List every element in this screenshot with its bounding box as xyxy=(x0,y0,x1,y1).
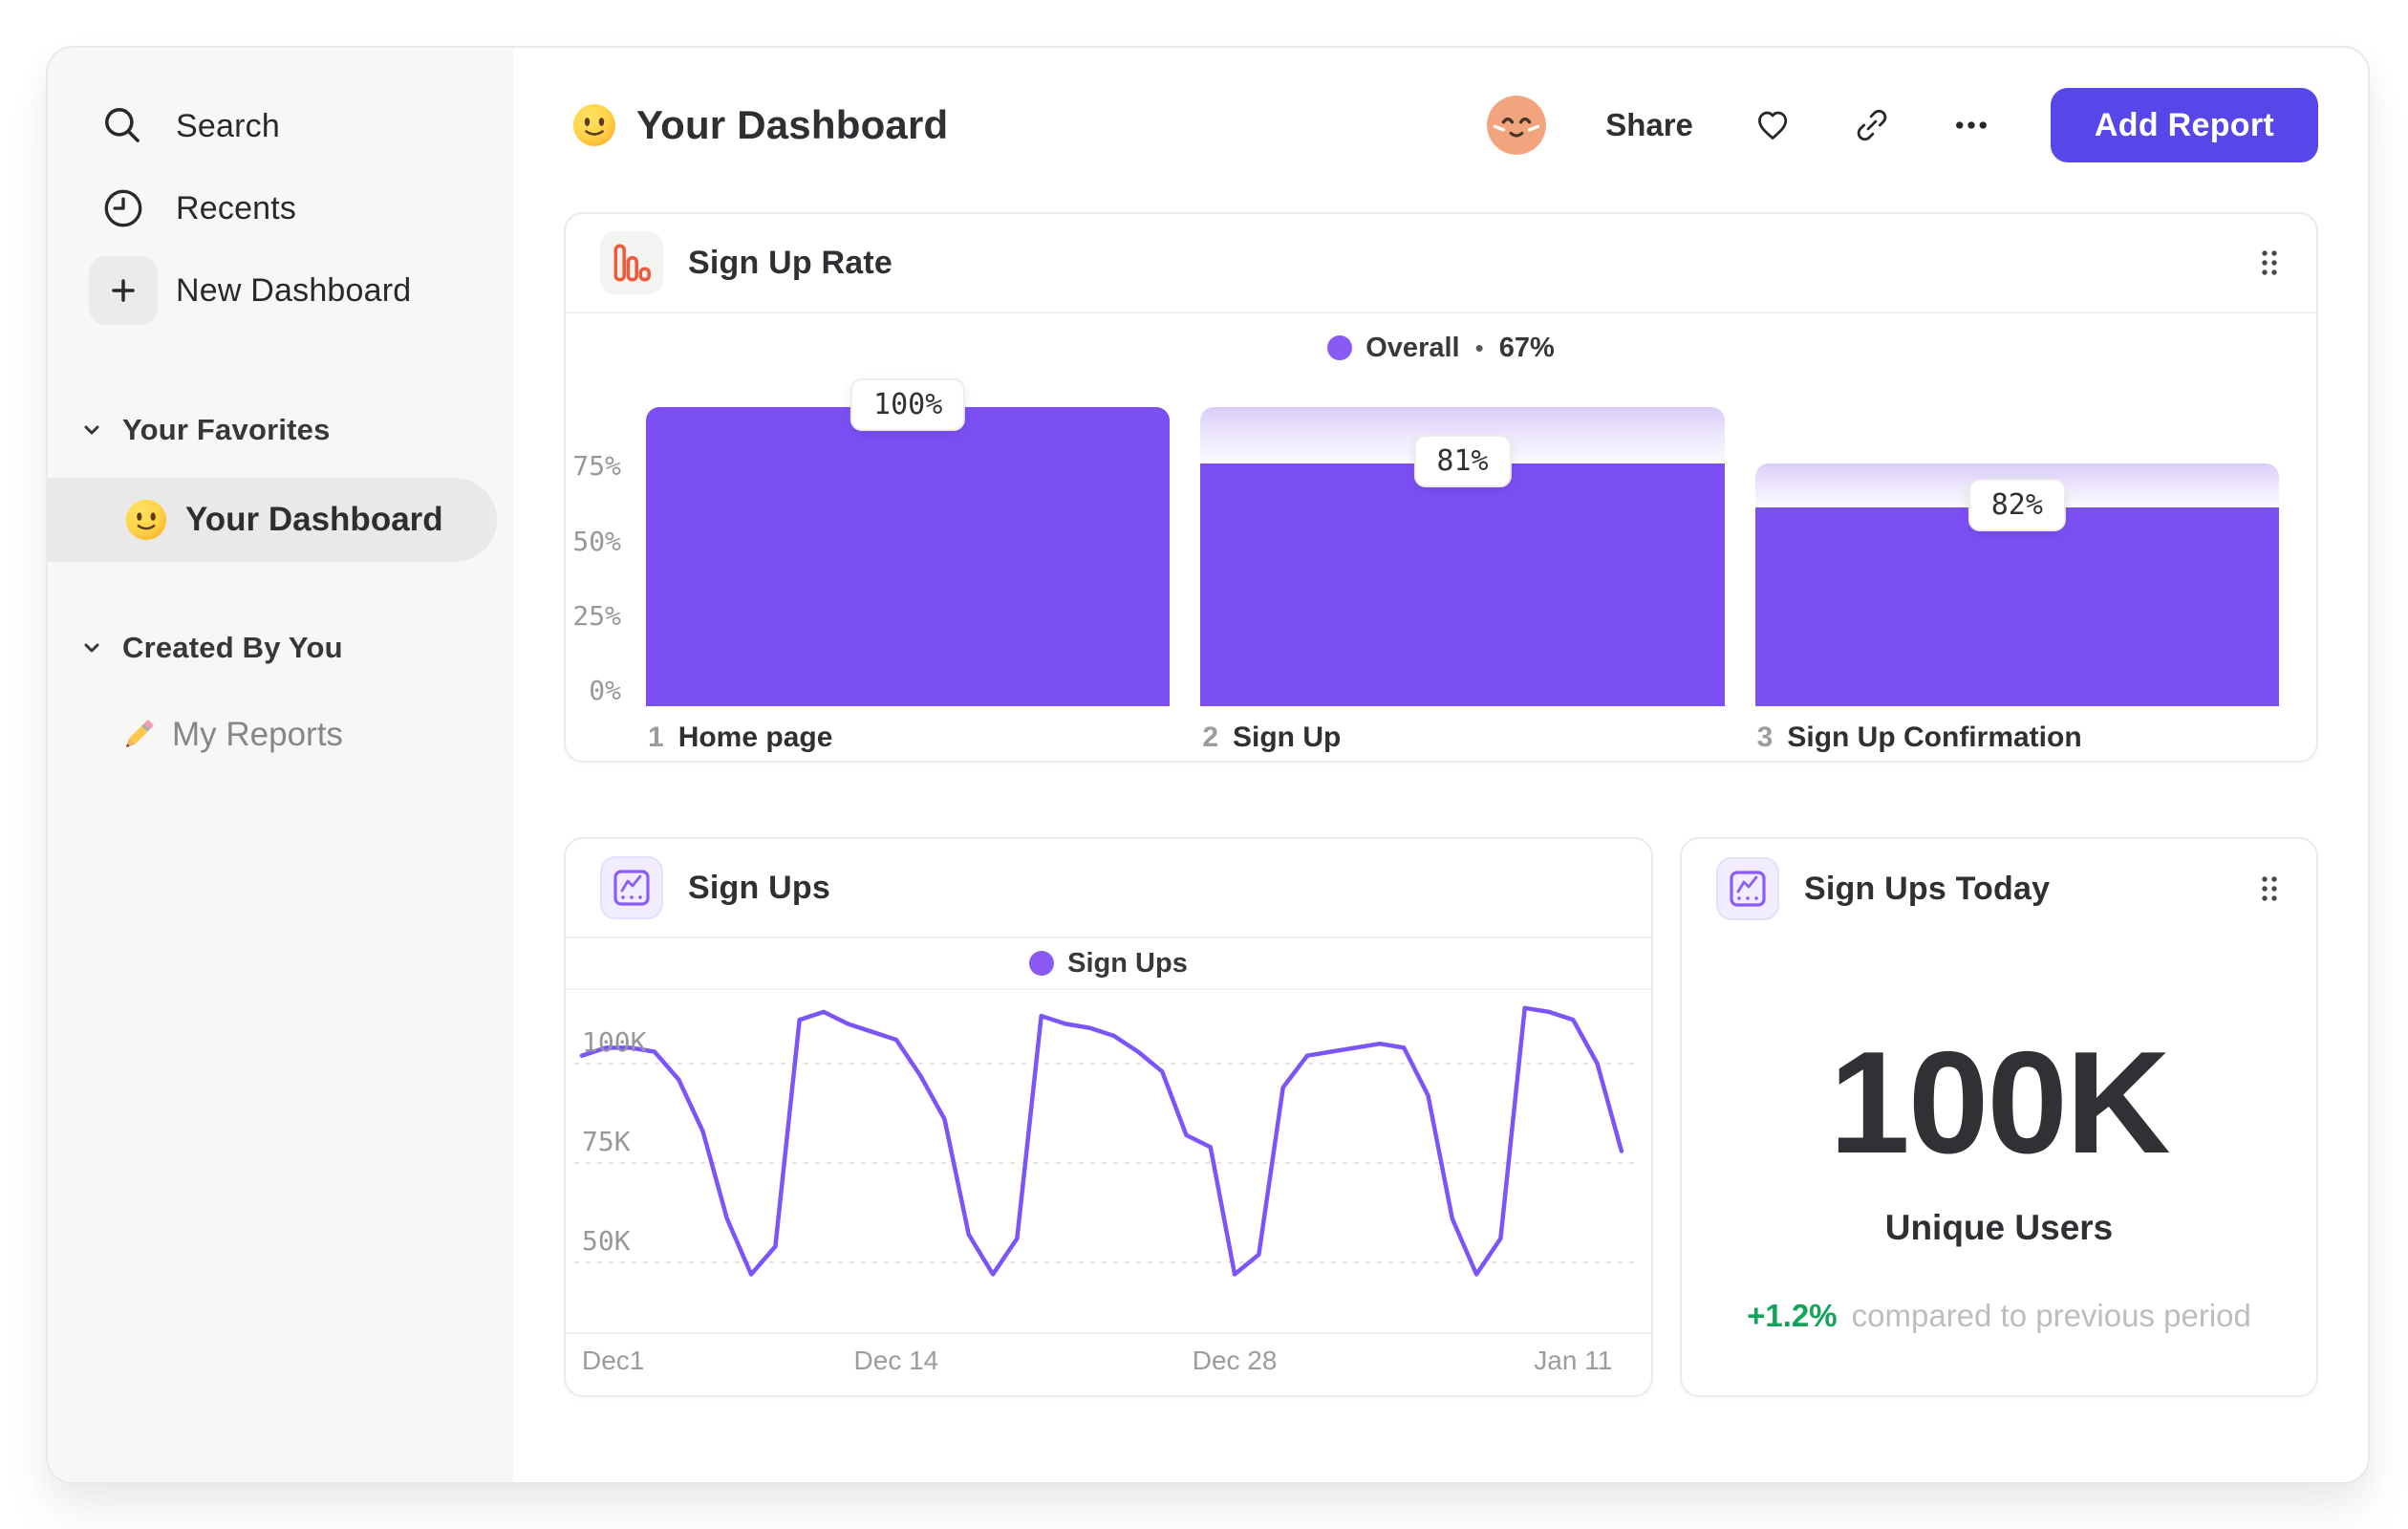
funnel-rate-tooltip: 81% xyxy=(1413,435,1512,488)
legend-dot xyxy=(1327,335,1353,360)
section-label: Created By You xyxy=(122,631,343,664)
line-legend: Sign Ups xyxy=(566,938,1651,990)
funnel-step-label: 3 Sign Up Confirmation xyxy=(1757,721,2082,754)
sidebar: Search Recents New Dashboard Your Favori… xyxy=(48,48,513,1482)
sign-ups-line xyxy=(579,1005,1624,1277)
funnel-chart-icon xyxy=(600,231,663,294)
more-options-icon[interactable] xyxy=(1951,105,1991,145)
app-window: Search Recents New Dashboard Your Favori… xyxy=(46,46,2370,1484)
sidebar-item-your-dashboard[interactable]: Your Dashboard xyxy=(48,478,497,562)
search-icon xyxy=(99,102,147,150)
avatar[interactable] xyxy=(1487,96,1546,155)
plus-icon xyxy=(89,256,158,325)
legend-label: Overall xyxy=(1365,332,1460,363)
step-number: 1 xyxy=(648,721,664,753)
step-number: 3 xyxy=(1756,721,1774,753)
card-title: Sign Up Rate xyxy=(688,244,892,281)
line-plot xyxy=(566,992,1651,1332)
smiley-emoji-icon xyxy=(124,498,168,542)
step-name: Home page xyxy=(677,721,833,753)
funnel-rate-tooltip: 100% xyxy=(850,378,966,431)
funnel-legend: Overall • 67% xyxy=(566,313,2316,382)
sign-up-rate-card: Sign Up Rate Overall • 67% 75% 50% 25% 0% 10… xyxy=(564,212,2318,763)
add-report-button[interactable]: Add Report xyxy=(2050,88,2318,162)
chevron-down-icon xyxy=(80,636,103,659)
funnel-converted-segment xyxy=(646,407,1171,706)
x-axis-line xyxy=(566,1332,1651,1334)
legend-separator: • xyxy=(1474,333,1484,362)
sidebar-item-search[interactable]: Search xyxy=(99,96,513,157)
main-content: Your Dashboard Share Add Report Sign Up … xyxy=(513,48,2368,1482)
funnel-plot: 75% 50% 25% 0% 100% 1 Home page 81% 2 Sign Up 82% 3… xyxy=(566,378,2316,761)
header-actions: Share Add Report xyxy=(1487,88,2318,162)
funnel-y-tick: 50% xyxy=(572,525,621,557)
stat-comparison: +1.2% compared to previous period xyxy=(1747,1298,2251,1334)
funnel-rate-tooltip: 82% xyxy=(1967,479,2066,532)
legend-value: 67% xyxy=(1498,332,1555,363)
sidebar-item-my-reports[interactable]: My Reports xyxy=(48,715,513,755)
line-y-tick: 100K xyxy=(582,1026,647,1058)
funnel-step-label: 2 Sign Up xyxy=(1202,721,1341,754)
line-x-tick: Dec1 xyxy=(582,1346,645,1375)
funnel-chart: Overall • 67% 75% 50% 25% 0% 100% 1 Home page 8… xyxy=(566,313,2316,761)
sidebar-section-created-by-you[interactable]: Created By You xyxy=(48,631,513,665)
page-title-group: Your Dashboard xyxy=(571,102,948,148)
pencil-emoji-icon xyxy=(118,715,159,755)
line-series xyxy=(574,1005,1643,1277)
step-name: Sign Up Confirmation xyxy=(1787,721,2082,753)
drag-handle-icon[interactable] xyxy=(2255,244,2284,282)
bottom-cards-row: Sign Ups Sign Ups 100K 75K 50K Dec1 Dec 14 D… xyxy=(564,837,2318,1397)
funnel-y-tick: 0% xyxy=(589,675,621,706)
line-chart-icon xyxy=(1716,857,1779,920)
link-icon[interactable] xyxy=(1852,105,1892,145)
funnel-bar-1 xyxy=(646,407,1171,706)
page-header: Your Dashboard Share Add Report xyxy=(564,86,2318,164)
funnel-step-label: 1 Home page xyxy=(648,721,832,754)
funnel-y-tick: 25% xyxy=(572,599,621,632)
share-button[interactable]: Share xyxy=(1605,107,1693,143)
card-header: Sign Up Rate xyxy=(566,214,2316,313)
line-y-tick: 75K xyxy=(582,1126,631,1157)
clock-icon xyxy=(99,184,147,232)
card-header: Sign Ups Today xyxy=(1682,839,2316,938)
card-title: Sign Ups Today xyxy=(1804,870,2051,907)
sidebar-item-recents[interactable]: Recents xyxy=(99,178,513,239)
line-x-tick: Dec 14 xyxy=(853,1346,939,1375)
line-x-tick: Dec 28 xyxy=(1192,1346,1278,1375)
funnel-converted-segment xyxy=(1754,507,2279,706)
sidebar-item-new-dashboard[interactable]: New Dashboard xyxy=(89,256,513,325)
stat-body: 100K Unique Users +1.2% compared to prev… xyxy=(1682,938,2316,1334)
step-name: Sign Up xyxy=(1233,721,1342,753)
line-y-tick: 50K xyxy=(582,1225,631,1257)
sidebar-nav: Search Recents New Dashboard xyxy=(48,96,513,325)
card-title: Sign Ups xyxy=(688,869,830,906)
sidebar-item-label: New Dashboard xyxy=(176,271,412,309)
sidebar-item-label: Search xyxy=(176,107,280,144)
legend-label: Sign Ups xyxy=(1067,947,1188,979)
chevron-down-icon xyxy=(80,419,103,441)
funnel-converted-segment xyxy=(1200,463,1725,706)
sign-ups-today-card: Sign Ups Today 100K Unique Users +1.2% c… xyxy=(1680,837,2318,1397)
sidebar-item-label: Your Dashboard xyxy=(185,501,443,538)
sign-ups-card: Sign Ups Sign Ups 100K 75K 50K Dec1 Dec 14 D… xyxy=(564,837,1653,1397)
sidebar-item-label: Recents xyxy=(176,189,297,226)
line-chart-icon xyxy=(600,856,663,919)
line-x-tick: Jan 11 xyxy=(1534,1346,1613,1375)
section-label: Your Favorites xyxy=(122,413,331,446)
smiley-emoji-icon xyxy=(571,102,617,148)
funnel-y-tick: 75% xyxy=(572,450,621,483)
stat-value: 100K xyxy=(1829,1022,2170,1184)
drag-handle-icon[interactable] xyxy=(2255,870,2284,908)
page-title: Your Dashboard xyxy=(636,102,949,147)
stat-delta: +1.2% xyxy=(1747,1298,1838,1333)
sidebar-section-your-favorites[interactable]: Your Favorites xyxy=(48,413,513,447)
step-number: 2 xyxy=(1202,721,1219,753)
card-header: Sign Ups xyxy=(566,839,1651,938)
sidebar-item-label: My Reports xyxy=(172,716,343,753)
stat-delta-caption: compared to previous period xyxy=(1851,1298,2251,1333)
legend-dot xyxy=(1029,951,1055,976)
heart-icon[interactable] xyxy=(1752,105,1793,145)
stat-unit-label: Unique Users xyxy=(1884,1208,2114,1247)
